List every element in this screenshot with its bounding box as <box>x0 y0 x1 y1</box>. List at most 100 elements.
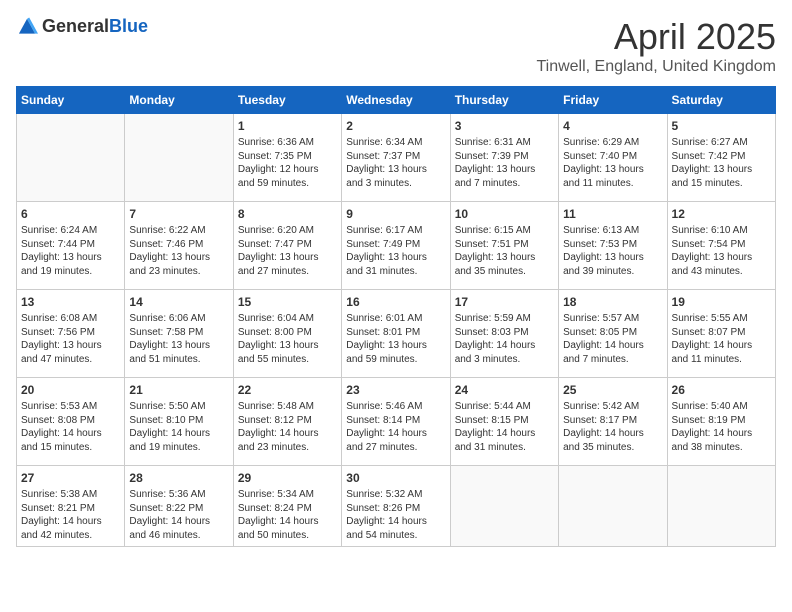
calendar-cell: 13Sunrise: 6:08 AMSunset: 7:56 PMDayligh… <box>17 290 125 378</box>
calendar-header-row: SundayMondayTuesdayWednesdayThursdayFrid… <box>17 87 776 114</box>
calendar-cell: 15 Sunrise: 6:04 AMSunset: 8:00 PMDayligh… <box>233 290 341 378</box>
day-number: 19 <box>672 294 771 310</box>
day-info: Sunrise: 6:15 AMSunset: 7:51 PMDaylight:… <box>455 224 554 278</box>
day-info: Sunrise: 5:55 AMSunset: 8:07 PMDaylight:… <box>672 312 771 366</box>
day-info: Sunrise: 5:48 AMSunset: 8:12 PMDaylight:… <box>238 400 337 454</box>
weekday-header: Friday <box>559 87 667 114</box>
calendar-cell: 21 Sunrise: 5:50 AMSunset: 8:10 PMDayligh… <box>125 378 233 466</box>
page-header: GeneralBlue April 2025 Tinwell, England,… <box>16 16 776 76</box>
day-number: 15 <box>238 294 337 310</box>
calendar-cell: 11 Sunrise: 6:13 AMSunset: 7:53 PMDayligh… <box>559 202 667 290</box>
day-number: 6 <box>21 206 120 222</box>
calendar-week-row: 6 Sunrise: 6:24 AMSunset: 7:44 PMDaylight… <box>17 202 776 290</box>
day-number: 22 <box>238 382 337 398</box>
day-info: Sunrise: 6:22 AMSunset: 7:46 PMDaylight:… <box>129 224 228 278</box>
calendar-cell: 1Sunrise: 6:36 AMSunset: 7:35 PMDaylight… <box>233 114 341 202</box>
day-info: Sunrise: 6:36 AMSunset: 7:35 PMDaylight:… <box>238 136 337 190</box>
calendar-cell: 28 Sunrise: 5:36 AMSunset: 8:22 PMDayligh… <box>125 466 233 547</box>
weekday-header: Wednesday <box>342 87 450 114</box>
calendar-cell: 6 Sunrise: 6:24 AMSunset: 7:44 PMDaylight… <box>17 202 125 290</box>
day-info: Sunrise: 5:36 AMSunset: 8:22 PMDaylight:… <box>129 488 228 542</box>
calendar-week-row: 1Sunrise: 6:36 AMSunset: 7:35 PMDaylight… <box>17 114 776 202</box>
day-number: 25 <box>563 382 662 398</box>
calendar-cell <box>559 466 667 547</box>
weekday-header: Thursday <box>450 87 558 114</box>
day-number: 5 <box>672 118 771 134</box>
calendar-cell: 2Sunrise: 6:34 AMSunset: 7:37 PMDaylight… <box>342 114 450 202</box>
day-number: 23 <box>346 382 445 398</box>
location-subtitle: Tinwell, England, United Kingdom <box>536 58 776 76</box>
day-info: Sunrise: 5:59 AMSunset: 8:03 PMDaylight:… <box>455 312 554 366</box>
day-number: 29 <box>238 470 337 486</box>
calendar-cell: 8Sunrise: 6:20 AMSunset: 7:47 PMDaylight… <box>233 202 341 290</box>
calendar-cell: 22 Sunrise: 5:48 AMSunset: 8:12 PMDayligh… <box>233 378 341 466</box>
day-info: Sunrise: 6:24 AMSunset: 7:44 PMDaylight:… <box>21 224 120 278</box>
day-info: Sunrise: 6:10 AMSunset: 7:54 PMDaylight:… <box>672 224 771 278</box>
calendar-cell: 24Sunrise: 5:44 AMSunset: 8:15 PMDayligh… <box>450 378 558 466</box>
logo-icon <box>16 16 38 38</box>
day-number: 9 <box>346 206 445 222</box>
day-info: Sunrise: 5:46 AMSunset: 8:14 PMDaylight:… <box>346 400 445 454</box>
calendar-week-row: 20 Sunrise: 5:53 AMSunset: 8:08 PMDayligh… <box>17 378 776 466</box>
calendar-week-row: 13Sunrise: 6:08 AMSunset: 7:56 PMDayligh… <box>17 290 776 378</box>
title-area: April 2025 Tinwell, England, United King… <box>536 16 776 76</box>
day-number: 24 <box>455 382 554 398</box>
calendar-cell: 18 Sunrise: 5:57 AMSunset: 8:05 PMDayligh… <box>559 290 667 378</box>
day-number: 18 <box>563 294 662 310</box>
day-info: Sunrise: 6:29 AMSunset: 7:40 PMDaylight:… <box>563 136 662 190</box>
day-info: Sunrise: 6:01 AMSunset: 8:01 PMDaylight:… <box>346 312 445 366</box>
day-number: 16 <box>346 294 445 310</box>
calendar-cell: 5 Sunrise: 6:27 AMSunset: 7:42 PMDaylight… <box>667 114 775 202</box>
day-info: Sunrise: 6:04 AMSunset: 8:00 PMDaylight:… <box>238 312 337 366</box>
day-number: 26 <box>672 382 771 398</box>
calendar-cell: 27 Sunrise: 5:38 AMSunset: 8:21 PMDayligh… <box>17 466 125 547</box>
calendar-cell: 26 Sunrise: 5:40 AMSunset: 8:19 PMDayligh… <box>667 378 775 466</box>
calendar-cell: 19 Sunrise: 5:55 AMSunset: 8:07 PMDayligh… <box>667 290 775 378</box>
day-number: 14 <box>129 294 228 310</box>
calendar-cell: 14 Sunrise: 6:06 AMSunset: 7:58 PMDayligh… <box>125 290 233 378</box>
day-number: 21 <box>129 382 228 398</box>
calendar-cell <box>450 466 558 547</box>
day-number: 28 <box>129 470 228 486</box>
calendar-cell: 7Sunrise: 6:22 AMSunset: 7:46 PMDaylight… <box>125 202 233 290</box>
day-info: Sunrise: 5:34 AMSunset: 8:24 PMDaylight:… <box>238 488 337 542</box>
calendar-cell: 29 Sunrise: 5:34 AMSunset: 8:24 PMDayligh… <box>233 466 341 547</box>
weekday-header: Sunday <box>17 87 125 114</box>
day-info: Sunrise: 6:13 AMSunset: 7:53 PMDaylight:… <box>563 224 662 278</box>
weekday-header: Tuesday <box>233 87 341 114</box>
calendar-cell: 12Sunrise: 6:10 AMSunset: 7:54 PMDayligh… <box>667 202 775 290</box>
calendar-cell: 3Sunrise: 6:31 AMSunset: 7:39 PMDaylight… <box>450 114 558 202</box>
day-info: Sunrise: 5:40 AMSunset: 8:19 PMDaylight:… <box>672 400 771 454</box>
day-info: Sunrise: 6:06 AMSunset: 7:58 PMDaylight:… <box>129 312 228 366</box>
weekday-header: Monday <box>125 87 233 114</box>
day-info: Sunrise: 6:08 AMSunset: 7:56 PMDaylight:… <box>21 312 120 366</box>
calendar-cell: 25 Sunrise: 5:42 AMSunset: 8:17 PMDayligh… <box>559 378 667 466</box>
calendar-cell: 17Sunrise: 5:59 AMSunset: 8:03 PMDayligh… <box>450 290 558 378</box>
day-info: Sunrise: 6:27 AMSunset: 7:42 PMDaylight:… <box>672 136 771 190</box>
day-info: Sunrise: 5:38 AMSunset: 8:21 PMDaylight:… <box>21 488 120 542</box>
calendar-cell <box>17 114 125 202</box>
day-info: Sunrise: 6:34 AMSunset: 7:37 PMDaylight:… <box>346 136 445 190</box>
day-info: Sunrise: 5:57 AMSunset: 8:05 PMDaylight:… <box>563 312 662 366</box>
calendar-cell: 20 Sunrise: 5:53 AMSunset: 8:08 PMDayligh… <box>17 378 125 466</box>
day-number: 10 <box>455 206 554 222</box>
calendar-cell: 9Sunrise: 6:17 AMSunset: 7:49 PMDaylight… <box>342 202 450 290</box>
month-year-title: April 2025 <box>536 16 776 58</box>
calendar-cell: 4 Sunrise: 6:29 AMSunset: 7:40 PMDaylight… <box>559 114 667 202</box>
day-number: 27 <box>21 470 120 486</box>
calendar-table: SundayMondayTuesdayWednesdayThursdayFrid… <box>16 86 776 547</box>
day-info: Sunrise: 5:32 AMSunset: 8:26 PMDaylight:… <box>346 488 445 542</box>
day-number: 20 <box>21 382 120 398</box>
logo-general-text: GeneralBlue <box>42 17 148 37</box>
day-number: 3 <box>455 118 554 134</box>
calendar-week-row: 27 Sunrise: 5:38 AMSunset: 8:21 PMDayligh… <box>17 466 776 547</box>
calendar-cell: 16 Sunrise: 6:01 AMSunset: 8:01 PMDayligh… <box>342 290 450 378</box>
day-info: Sunrise: 5:42 AMSunset: 8:17 PMDaylight:… <box>563 400 662 454</box>
day-number: 11 <box>563 206 662 222</box>
day-info: Sunrise: 6:20 AMSunset: 7:47 PMDaylight:… <box>238 224 337 278</box>
calendar-cell: 10 Sunrise: 6:15 AMSunset: 7:51 PMDayligh… <box>450 202 558 290</box>
day-info: Sunrise: 5:53 AMSunset: 8:08 PMDaylight:… <box>21 400 120 454</box>
day-number: 4 <box>563 118 662 134</box>
day-info: Sunrise: 5:50 AMSunset: 8:10 PMDaylight:… <box>129 400 228 454</box>
calendar-cell: 23 Sunrise: 5:46 AMSunset: 8:14 PMDayligh… <box>342 378 450 466</box>
